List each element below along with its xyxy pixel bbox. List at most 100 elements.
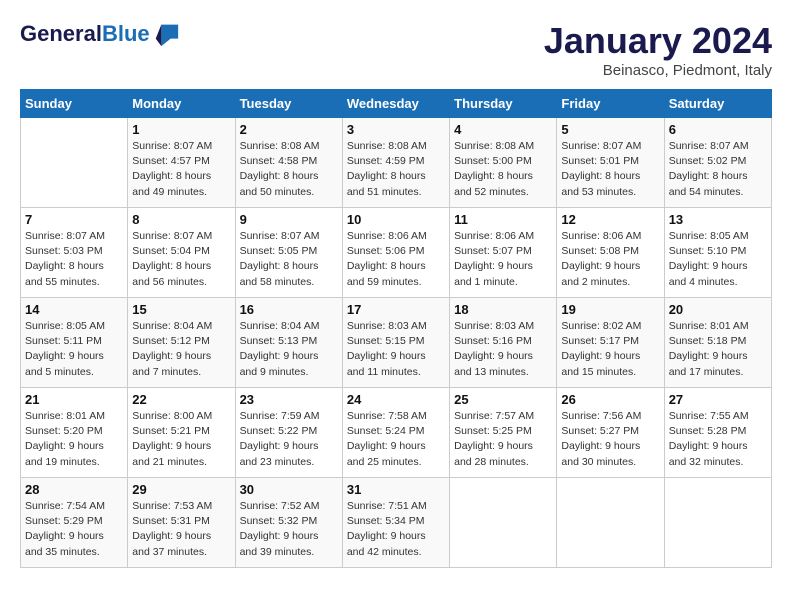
day-number: 14: [25, 302, 123, 317]
day-number: 31: [347, 482, 445, 497]
day-number: 26: [561, 392, 659, 407]
week-row-5: 28Sunrise: 7:54 AMSunset: 5:29 PMDayligh…: [21, 478, 772, 568]
calendar-cell: 6 Sunrise: 8:07 AMSunset: 5:02 PMDaylight…: [664, 118, 771, 208]
calendar-cell: [664, 478, 771, 568]
day-info: Sunrise: 8:01 AMSunset: 5:20 PMDaylight:…: [25, 409, 123, 470]
day-number: 12: [561, 212, 659, 227]
day-number: 27: [669, 392, 767, 407]
calendar-cell: 28Sunrise: 7:54 AMSunset: 5:29 PMDayligh…: [21, 478, 128, 568]
day-number: 7: [25, 212, 123, 227]
calendar-cell: 5Sunrise: 8:07 AMSunset: 5:01 PMDaylight…: [557, 118, 664, 208]
day-number: 10: [347, 212, 445, 227]
day-number: 29: [132, 482, 230, 497]
calendar-cell: 13Sunrise: 8:05 AMSunset: 5:10 PMDayligh…: [664, 208, 771, 298]
day-info: Sunrise: 7:53 AMSunset: 5:31 PMDaylight:…: [132, 499, 230, 560]
day-info: Sunrise: 8:03 AMSunset: 5:15 PMDaylight:…: [347, 319, 445, 380]
day-number: 3: [347, 122, 445, 137]
calendar-cell: 22 Sunrise: 8:00 AMSunset: 5:21 PMDayligh…: [128, 388, 235, 478]
day-header-tuesday: Tuesday: [235, 90, 342, 118]
title-block: January 2024 Beinasco, Piedmont, Italy: [544, 20, 772, 79]
day-info: Sunrise: 8:07 AMSunset: 5:02 PMDaylight:…: [669, 139, 767, 200]
day-info: Sunrise: 8:05 AMSunset: 5:11 PMDaylight:…: [25, 319, 123, 380]
day-number: 19: [561, 302, 659, 317]
week-row-2: 7 Sunrise: 8:07 AMSunset: 5:03 PMDaylight…: [21, 208, 772, 298]
day-headers-row: SundayMondayTuesdayWednesdayThursdayFrid…: [21, 90, 772, 118]
calendar-cell: 31 Sunrise: 7:51 AMSunset: 5:34 PMDayligh…: [342, 478, 449, 568]
day-info: Sunrise: 8:04 AMSunset: 5:13 PMDaylight:…: [240, 319, 338, 380]
day-number: 1: [132, 122, 230, 137]
calendar-cell: 23 Sunrise: 7:59 AMSunset: 5:22 PMDayligh…: [235, 388, 342, 478]
day-number: 11: [454, 212, 552, 227]
day-header-saturday: Saturday: [664, 90, 771, 118]
logo-icon: [152, 20, 180, 48]
calendar-table: SundayMondayTuesdayWednesdayThursdayFrid…: [20, 89, 772, 568]
calendar-cell: 11 Sunrise: 8:06 AMSunset: 5:07 PMDayligh…: [450, 208, 557, 298]
calendar-cell: 14 Sunrise: 8:05 AMSunset: 5:11 PMDayligh…: [21, 298, 128, 388]
calendar-cell: 27Sunrise: 7:55 AMSunset: 5:28 PMDayligh…: [664, 388, 771, 478]
calendar-cell: 16 Sunrise: 8:04 AMSunset: 5:13 PMDayligh…: [235, 298, 342, 388]
day-number: 18: [454, 302, 552, 317]
day-info: Sunrise: 8:04 AMSunset: 5:12 PMDaylight:…: [132, 319, 230, 380]
day-number: 20: [669, 302, 767, 317]
calendar-cell: 1 Sunrise: 8:07 AMSunset: 4:57 PMDaylight…: [128, 118, 235, 208]
day-header-friday: Friday: [557, 90, 664, 118]
week-row-1: 1 Sunrise: 8:07 AMSunset: 4:57 PMDaylight…: [21, 118, 772, 208]
calendar-cell: 29 Sunrise: 7:53 AMSunset: 5:31 PMDayligh…: [128, 478, 235, 568]
day-number: 15: [132, 302, 230, 317]
page-header: GeneralBlue January 2024 Beinasco, Piedm…: [20, 20, 772, 79]
calendar-cell: 24 Sunrise: 7:58 AMSunset: 5:24 PMDayligh…: [342, 388, 449, 478]
day-header-wednesday: Wednesday: [342, 90, 449, 118]
day-number: 22: [132, 392, 230, 407]
calendar-cell: 19 Sunrise: 8:02 AMSunset: 5:17 PMDayligh…: [557, 298, 664, 388]
day-info: Sunrise: 7:57 AMSunset: 5:25 PMDaylight:…: [454, 409, 552, 470]
location-subtitle: Beinasco, Piedmont, Italy: [544, 62, 772, 79]
calendar-cell: 21 Sunrise: 8:01 AMSunset: 5:20 PMDayligh…: [21, 388, 128, 478]
day-info: Sunrise: 8:00 AMSunset: 5:21 PMDaylight:…: [132, 409, 230, 470]
calendar-cell: 26 Sunrise: 7:56 AMSunset: 5:27 PMDayligh…: [557, 388, 664, 478]
day-info: Sunrise: 7:52 AMSunset: 5:32 PMDaylight:…: [240, 499, 338, 560]
calendar-cell: 12 Sunrise: 8:06 AMSunset: 5:08 PMDayligh…: [557, 208, 664, 298]
day-number: 16: [240, 302, 338, 317]
calendar-cell: 10Sunrise: 8:06 AMSunset: 5:06 PMDayligh…: [342, 208, 449, 298]
day-number: 2: [240, 122, 338, 137]
day-number: 6: [669, 122, 767, 137]
day-number: 5: [561, 122, 659, 137]
day-header-sunday: Sunday: [21, 90, 128, 118]
day-info: Sunrise: 7:59 AMSunset: 5:22 PMDaylight:…: [240, 409, 338, 470]
calendar-cell: 4Sunrise: 8:08 AMSunset: 5:00 PMDaylight…: [450, 118, 557, 208]
week-row-3: 14 Sunrise: 8:05 AMSunset: 5:11 PMDayligh…: [21, 298, 772, 388]
day-info: Sunrise: 8:06 AMSunset: 5:07 PMDaylight:…: [454, 229, 552, 290]
calendar-cell: 9Sunrise: 8:07 AMSunset: 5:05 PMDaylight…: [235, 208, 342, 298]
day-info: Sunrise: 7:51 AMSunset: 5:34 PMDaylight:…: [347, 499, 445, 560]
calendar-cell: 3Sunrise: 8:08 AMSunset: 4:59 PMDaylight…: [342, 118, 449, 208]
day-number: 23: [240, 392, 338, 407]
day-number: 21: [25, 392, 123, 407]
day-info: Sunrise: 8:07 AMSunset: 4:57 PMDaylight:…: [132, 139, 230, 200]
calendar-cell: 7 Sunrise: 8:07 AMSunset: 5:03 PMDaylight…: [21, 208, 128, 298]
day-number: 9: [240, 212, 338, 227]
day-number: 28: [25, 482, 123, 497]
day-info: Sunrise: 8:03 AMSunset: 5:16 PMDaylight:…: [454, 319, 552, 380]
calendar-cell: 25 Sunrise: 7:57 AMSunset: 5:25 PMDayligh…: [450, 388, 557, 478]
day-info: Sunrise: 8:08 AMSunset: 5:00 PMDaylight:…: [454, 139, 552, 200]
day-info: Sunrise: 8:07 AMSunset: 5:03 PMDaylight:…: [25, 229, 123, 290]
day-number: 17: [347, 302, 445, 317]
calendar-cell: 2 Sunrise: 8:08 AMSunset: 4:58 PMDaylight…: [235, 118, 342, 208]
day-number: 24: [347, 392, 445, 407]
day-info: Sunrise: 8:07 AMSunset: 5:04 PMDaylight:…: [132, 229, 230, 290]
calendar-cell: 30Sunrise: 7:52 AMSunset: 5:32 PMDayligh…: [235, 478, 342, 568]
calendar-cell: [21, 118, 128, 208]
day-number: 25: [454, 392, 552, 407]
day-info: Sunrise: 8:06 AMSunset: 5:08 PMDaylight:…: [561, 229, 659, 290]
day-info: Sunrise: 8:05 AMSunset: 5:10 PMDaylight:…: [669, 229, 767, 290]
day-info: Sunrise: 8:02 AMSunset: 5:17 PMDaylight:…: [561, 319, 659, 380]
day-info: Sunrise: 7:56 AMSunset: 5:27 PMDaylight:…: [561, 409, 659, 470]
calendar-cell: 18 Sunrise: 8:03 AMSunset: 5:16 PMDayligh…: [450, 298, 557, 388]
month-title: January 2024: [544, 20, 772, 62]
day-info: Sunrise: 8:08 AMSunset: 4:58 PMDaylight:…: [240, 139, 338, 200]
day-header-thursday: Thursday: [450, 90, 557, 118]
calendar-cell: 17 Sunrise: 8:03 AMSunset: 5:15 PMDayligh…: [342, 298, 449, 388]
day-info: Sunrise: 7:58 AMSunset: 5:24 PMDaylight:…: [347, 409, 445, 470]
calendar-cell: [450, 478, 557, 568]
day-header-monday: Monday: [128, 90, 235, 118]
